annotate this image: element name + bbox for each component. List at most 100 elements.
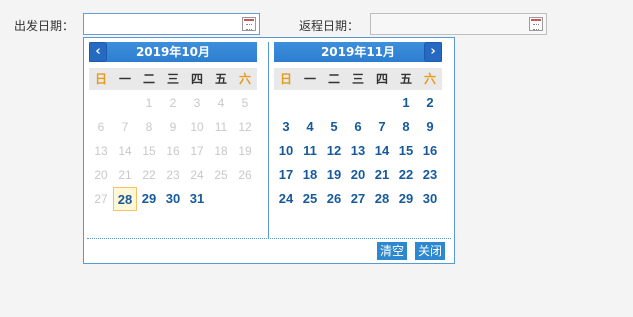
weekday-label: 日 <box>94 72 107 86</box>
footer-divider <box>87 238 451 239</box>
date-picker-popup: ‹ 2019年10月 日一二三四五六 1 2 3 4 5 6 7 8 9 10 11 12 13 14 15… <box>83 37 455 264</box>
disabled-day-cell: 10 <box>190 120 204 134</box>
day-cell[interactable]: 8 <box>394 115 418 139</box>
next-month-button[interactable]: › <box>424 42 442 62</box>
weekday-label: 日 <box>279 72 292 86</box>
day-cell[interactable]: 10 <box>274 139 298 163</box>
day-cell[interactable]: 17 <box>274 163 298 187</box>
empty-day-cell <box>233 187 257 211</box>
disabled-day-cell: 1 <box>145 96 153 110</box>
weekday-label: 三 <box>351 72 364 86</box>
day-cell[interactable]: 25 <box>298 187 322 211</box>
clear-button[interactable]: 清空 <box>377 242 408 260</box>
month-title: 2019年10月 <box>135 45 211 59</box>
day-cell[interactable]: 13 <box>346 139 370 163</box>
calendar-icon[interactable] <box>529 17 543 31</box>
weekday-header: 日一二三四五六 <box>89 68 257 90</box>
day-cell[interactable]: 24 <box>274 187 298 211</box>
weekday-label: 五 <box>214 72 227 86</box>
disabled-day-cell: 2 <box>169 96 177 110</box>
month-title: 2019年11月 <box>320 45 396 59</box>
disabled-day-cell: 14 <box>118 144 132 158</box>
day-cell[interactable]: 18 <box>298 163 322 187</box>
day-cell[interactable]: 28 <box>370 187 394 211</box>
empty-day-cell <box>209 187 233 211</box>
month-panel-november: 2019年11月 › 日一二三四五六 1 2 3 4 5 6 7 8 9 10 11 12 13 14 15… <box>274 42 442 211</box>
disabled-day-cell: 4 <box>217 96 225 110</box>
month-divider <box>268 42 269 238</box>
empty-day-cell <box>274 91 298 115</box>
weekday-label: 四 <box>375 72 388 86</box>
disabled-day-cell: 5 <box>241 96 249 110</box>
day-cell[interactable]: 30 <box>418 187 442 211</box>
weekday-label: 一 <box>118 72 131 86</box>
disabled-day-cell: 25 <box>214 168 228 182</box>
day-cell[interactable]: 2 <box>418 91 442 115</box>
day-cell[interactable]: 20 <box>346 163 370 187</box>
weekday-label: 四 <box>190 72 203 86</box>
day-cell[interactable]: 28 <box>113 187 137 211</box>
disabled-day-cell: 20 <box>94 168 108 182</box>
day-cell[interactable]: 19 <box>322 163 346 187</box>
day-cell[interactable]: 14 <box>370 139 394 163</box>
disabled-day-cell: 11 <box>214 120 228 134</box>
weekday-label: 二 <box>327 72 340 86</box>
day-cell[interactable]: 11 <box>298 139 322 163</box>
day-cell[interactable]: 30 <box>161 187 185 211</box>
disabled-day-cell: 23 <box>166 168 180 182</box>
disabled-day-cell: 24 <box>190 168 204 182</box>
disabled-day-cell: 18 <box>214 144 228 158</box>
disabled-day-cell: 12 <box>238 120 252 134</box>
month-header: ‹ 2019年10月 <box>89 42 257 62</box>
disabled-day-cell: 3 <box>193 96 201 110</box>
day-cell[interactable]: 16 <box>418 139 442 163</box>
disabled-day-cell: 21 <box>118 168 132 182</box>
day-cell[interactable]: 31 <box>185 187 209 211</box>
day-cell[interactable]: 26 <box>322 187 346 211</box>
empty-day-cell <box>322 91 346 115</box>
disabled-day-cell: 15 <box>142 144 156 158</box>
day-cell[interactable]: 9 <box>418 115 442 139</box>
day-cell[interactable]: 15 <box>394 139 418 163</box>
departure-date-label: 出发日期： <box>14 19 75 33</box>
day-grid: 1 2 3 4 5 6 7 8 9 10 11 12 13 14 15 16 17 18 19 20 21 22 23 24 2… <box>274 91 442 211</box>
day-cell[interactable]: 5 <box>322 115 346 139</box>
disabled-day-cell: 16 <box>166 144 180 158</box>
disabled-day-cell: 13 <box>94 144 108 158</box>
day-cell[interactable]: 7 <box>370 115 394 139</box>
prev-month-button[interactable]: ‹ <box>89 42 107 62</box>
empty-day-cell <box>298 91 322 115</box>
departure-date-input[interactable] <box>84 14 242 34</box>
disabled-day-cell: 6 <box>97 120 105 134</box>
disabled-day-cell: 7 <box>121 120 129 134</box>
day-cell[interactable]: 22 <box>394 163 418 187</box>
day-grid: 1 2 3 4 5 6 7 8 9 10 11 12 13 14 15 16 17 18 19 20 21 22 23 24 2… <box>89 91 257 211</box>
weekday-label: 六 <box>423 72 436 86</box>
weekday-label: 二 <box>142 72 155 86</box>
day-cell[interactable]: 3 <box>274 115 298 139</box>
day-cell[interactable]: 23 <box>418 163 442 187</box>
departure-date-field[interactable] <box>83 13 260 35</box>
day-cell[interactable]: 29 <box>137 187 161 211</box>
day-cell[interactable]: 6 <box>346 115 370 139</box>
weekday-header: 日一二三四五六 <box>274 68 442 90</box>
empty-day-cell <box>346 91 370 115</box>
disabled-day-cell: 22 <box>142 168 156 182</box>
day-cell[interactable]: 1 <box>394 91 418 115</box>
calendar-icon[interactable] <box>242 17 256 31</box>
month-panel-october: ‹ 2019年10月 日一二三四五六 1 2 3 4 5 6 7 8 9 10 11 12 13 14 15… <box>89 42 257 211</box>
day-cell[interactable]: 29 <box>394 187 418 211</box>
disabled-day-cell: 19 <box>238 144 252 158</box>
close-button[interactable]: 关闭 <box>415 242 446 260</box>
day-cell[interactable]: 21 <box>370 163 394 187</box>
day-cell[interactable]: 27 <box>346 187 370 211</box>
disabled-day-cell: 26 <box>238 168 252 182</box>
return-date-input[interactable] <box>371 14 529 34</box>
return-date-field[interactable] <box>370 13 547 35</box>
weekday-label: 一 <box>303 72 316 86</box>
day-cell[interactable]: 12 <box>322 139 346 163</box>
disabled-day-cell: 8 <box>145 120 153 134</box>
month-header: 2019年11月 › <box>274 42 442 62</box>
weekday-label: 三 <box>166 72 179 86</box>
day-cell[interactable]: 4 <box>298 115 322 139</box>
